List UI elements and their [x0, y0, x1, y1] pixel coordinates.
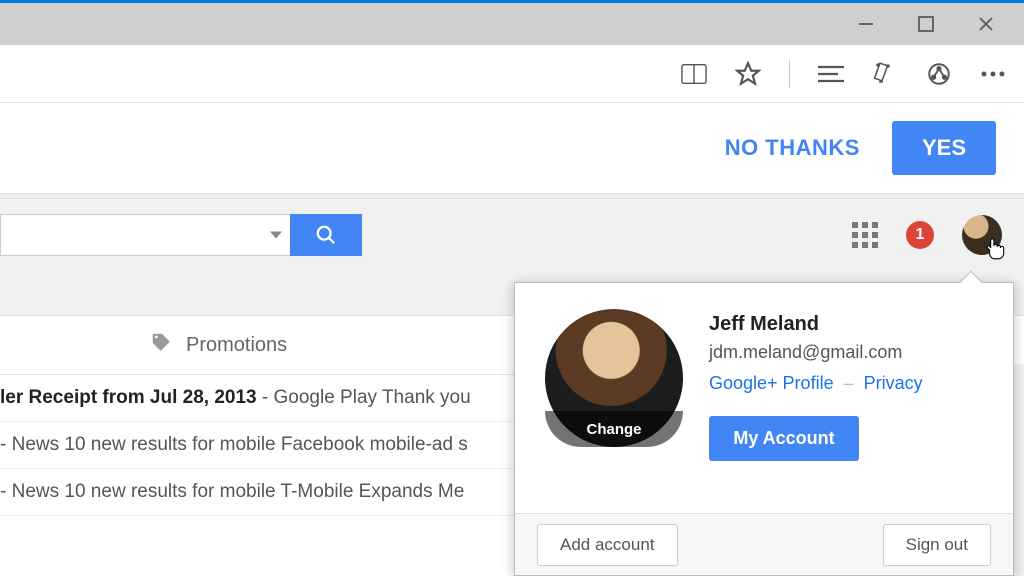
- account-popup: Change Jeff Meland jdm.meland@gmail.com …: [514, 282, 1014, 576]
- change-photo-button[interactable]: Change: [545, 411, 683, 447]
- toolbar-separator: [789, 60, 790, 88]
- email-snippet: - Google Play Thank you: [257, 387, 471, 408]
- google-plus-profile-link[interactable]: Google+ Profile: [709, 373, 834, 393]
- account-email: jdm.meland@gmail.com: [709, 342, 923, 363]
- search-input[interactable]: [0, 214, 290, 256]
- notification-bar: NO THANKS YES: [0, 103, 1024, 193]
- email-snippet: - News 10 new results for mobile T-Mobil…: [0, 481, 464, 502]
- link-separator: –: [844, 373, 854, 393]
- minimize-button[interactable]: [836, 3, 896, 45]
- email-subject: ler Receipt from Jul 28, 2013: [0, 387, 257, 408]
- maximize-button[interactable]: [896, 3, 956, 45]
- tab-promotions[interactable]: Promotions: [186, 334, 287, 357]
- account-links: Google+ Profile – Privacy: [709, 373, 923, 394]
- my-account-button[interactable]: My Account: [709, 416, 859, 461]
- popup-footer: Add account Sign out: [515, 513, 1013, 575]
- window-title-bar: [0, 3, 1024, 45]
- header-right: 1: [852, 199, 1002, 271]
- gmail-header: 1: [0, 199, 1024, 271]
- yes-button[interactable]: YES: [892, 121, 996, 175]
- more-icon[interactable]: [980, 61, 1006, 87]
- no-thanks-button[interactable]: NO THANKS: [725, 135, 860, 161]
- hub-icon[interactable]: [818, 61, 844, 87]
- email-snippet: - News 10 new results for mobile Faceboo…: [0, 434, 468, 455]
- add-account-button[interactable]: Add account: [537, 524, 678, 566]
- popup-body: Change Jeff Meland jdm.meland@gmail.com …: [515, 283, 1013, 513]
- account-avatar-large[interactable]: Change: [545, 309, 683, 447]
- privacy-link[interactable]: Privacy: [864, 373, 923, 393]
- close-button[interactable]: [956, 3, 1016, 45]
- sign-out-button[interactable]: Sign out: [883, 524, 991, 566]
- browser-toolbar: [0, 45, 1024, 103]
- account-avatar[interactable]: [962, 215, 1002, 255]
- search-wrap: [0, 214, 362, 256]
- reading-view-icon[interactable]: [681, 61, 707, 87]
- account-info: Jeff Meland jdm.meland@gmail.com Google+…: [709, 309, 923, 491]
- search-button[interactable]: [290, 214, 362, 256]
- favorite-star-icon[interactable]: [735, 61, 761, 87]
- notifications-badge[interactable]: 1: [906, 221, 934, 249]
- promotions-tag-icon: [150, 331, 172, 359]
- account-name: Jeff Meland: [709, 313, 923, 336]
- search-options-dropdown-icon[interactable]: [270, 232, 282, 239]
- share-icon[interactable]: [926, 61, 952, 87]
- search-icon: [315, 224, 337, 246]
- web-note-icon[interactable]: [872, 61, 898, 87]
- apps-grid-icon[interactable]: [852, 222, 878, 248]
- cursor-hand-icon: [982, 235, 1008, 261]
